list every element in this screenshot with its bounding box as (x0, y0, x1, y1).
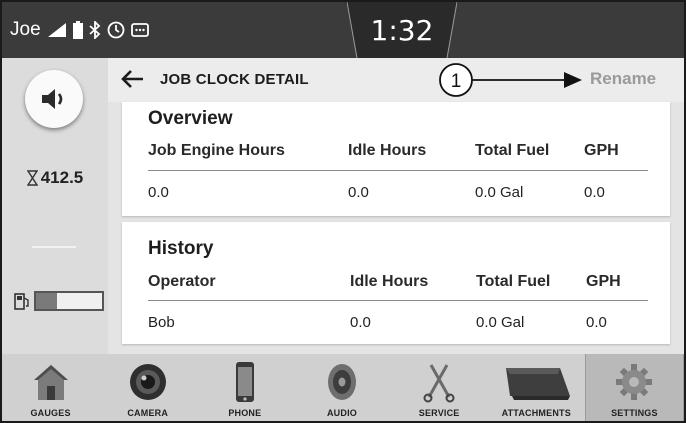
col-header-gph: GPH (584, 142, 619, 159)
dock-label-camera: CAMERA (127, 408, 169, 418)
status-bar: Joe 1:32 (2, 2, 684, 58)
col-header-idle-hours: Idle Hours (350, 273, 429, 290)
engine-hours-value: 412.5 (40, 168, 84, 187)
dock-label-phone: PHONE (228, 408, 262, 418)
col-header-idle-hours: Idle Hours (348, 142, 427, 159)
col-header-total-fuel: Total Fuel (476, 273, 551, 290)
fuel-gauge-fill (36, 293, 58, 309)
callout-number: 1 (451, 71, 462, 92)
volume-button[interactable] (25, 70, 83, 128)
gear-icon (606, 360, 662, 404)
page-title: JOB CLOCK DETAIL (160, 71, 309, 88)
dock-gauges[interactable]: GAUGES (2, 354, 99, 421)
dock-phone[interactable]: PHONE (196, 354, 293, 421)
col-header-job-engine-hours: Job Engine Hours (148, 142, 285, 159)
engine-hours: 412.5 (2, 168, 108, 188)
history-operator[interactable]: Bob (148, 314, 175, 331)
fuel-gauge (34, 291, 104, 311)
bluetooth-icon (89, 21, 101, 39)
clock-tab: 1:32 (347, 2, 457, 58)
history-total-fuel: 0.0 Gal (476, 314, 525, 331)
overview-total-fuel: 0.0 Gal (475, 184, 524, 201)
overview-job-engine-hours: 0.0 (148, 184, 169, 201)
overview-idle-hours: 0.0 (348, 184, 369, 201)
left-rail: 412.5 (2, 58, 108, 354)
dock-label-settings: SETTINGS (611, 408, 658, 418)
battery-icon (72, 21, 83, 39)
main-content: JOB CLOCK DETAIL 1 Rename Overview Job E… (108, 58, 684, 354)
status-left: Joe (10, 2, 149, 58)
fuel-pump-icon (14, 293, 29, 310)
clock-time: 1:32 (370, 13, 434, 47)
message-icon (130, 23, 149, 37)
speaker-volume-icon (42, 89, 63, 109)
dock-settings[interactable]: SETTINGS (584, 354, 684, 421)
col-header-operator: Operator (148, 273, 216, 290)
col-header-gph: GPH (586, 273, 621, 290)
overview-divider (148, 170, 648, 171)
overview-title: Overview (148, 108, 233, 129)
dock-attachments[interactable]: ATTACHMENTS (488, 354, 585, 421)
history-idle-hours: 0.0 (350, 314, 371, 331)
dock-label-gauges: GAUGES (30, 408, 71, 418)
page-header: JOB CLOCK DETAIL 1 Rename (108, 58, 684, 102)
dock-audio[interactable]: AUDIO (293, 354, 390, 421)
dock-label-attachments: ATTACHMENTS (501, 408, 571, 418)
app-window: Joe 1:32 412.5 JOB CLOCK DETAIL 1 Rename… (0, 0, 686, 423)
fuel-indicator (14, 291, 104, 311)
clock-circle-icon (107, 21, 125, 39)
dock-label-audio: AUDIO (326, 408, 357, 418)
rename-button[interactable]: Rename (590, 69, 656, 89)
history-divider (148, 300, 648, 301)
home-icon (23, 360, 79, 404)
signal-icon (47, 22, 67, 38)
wrench-icon (411, 360, 467, 404)
phone-icon (217, 360, 273, 404)
camera-icon (120, 360, 176, 404)
history-gph: 0.0 (586, 314, 607, 331)
back-arrow-icon[interactable] (120, 66, 146, 92)
dock-label-service: SERVICE (418, 408, 460, 418)
dock-camera[interactable]: CAMERA (99, 354, 196, 421)
col-header-total-fuel: Total Fuel (475, 142, 550, 159)
history-title: History (148, 238, 214, 259)
dock-service[interactable]: SERVICE (391, 354, 488, 421)
rail-divider (32, 246, 76, 248)
history-card: History Operator Idle Hours Total Fuel G… (122, 222, 670, 344)
user-name: Joe (10, 19, 41, 40)
overview-gph: 0.0 (584, 184, 605, 201)
hourglass-icon (26, 170, 38, 186)
bottom-dock: GAUGES CAMERA PHONE AUDIO SERVICE ATTACH… (2, 354, 684, 421)
speaker-icon (314, 360, 370, 404)
bucket-icon (496, 360, 576, 404)
overview-card: Overview Job Engine Hours Idle Hours Tot… (122, 102, 670, 216)
